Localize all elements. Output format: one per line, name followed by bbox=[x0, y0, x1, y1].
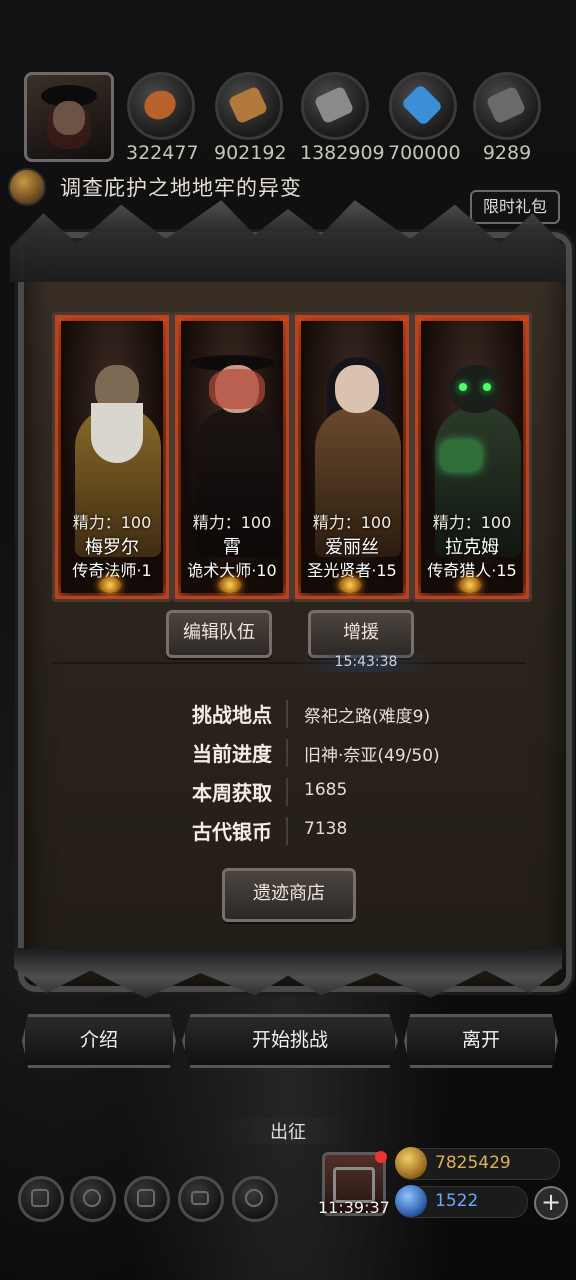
info-label: 古代银币 bbox=[192, 820, 272, 844]
info-value: 旧神·奈亚(49/50) bbox=[304, 746, 440, 766]
info-divider bbox=[286, 778, 288, 806]
hero-card[interactable]: 精力：100 霄 诡术大师·10 bbox=[172, 312, 292, 602]
panel-divider bbox=[52, 662, 526, 664]
hero-menu-icon[interactable] bbox=[70, 1176, 116, 1222]
blue-gem-icon bbox=[395, 1185, 427, 1217]
intro-button[interactable]: 介绍 bbox=[22, 1014, 176, 1068]
info-label: 挑战地点 bbox=[192, 703, 272, 727]
hero-name: 梅罗尔 bbox=[85, 537, 139, 558]
gold-counter: 7825429 bbox=[395, 1147, 560, 1180]
reinforce-button[interactable]: 增援 bbox=[308, 610, 414, 658]
hero-rank-gem-icon bbox=[339, 577, 361, 593]
info-value: 7138 bbox=[304, 819, 348, 839]
info-value: 祭祀之路(难度9) bbox=[304, 707, 431, 727]
info-row-progress: 当前进度 旧神·奈亚(49/50) bbox=[140, 735, 520, 769]
hero-stamina: 精力：100 bbox=[192, 513, 272, 532]
hero-name: 爱丽丝 bbox=[325, 537, 379, 558]
gift-countdown: 11:39:37 bbox=[318, 1198, 390, 1217]
info-divider bbox=[286, 739, 288, 767]
info-value: 1685 bbox=[304, 780, 348, 800]
resource-stone-value: 9289 bbox=[482, 142, 532, 164]
info-label: 当前进度 bbox=[192, 742, 272, 766]
info-label: 本周获取 bbox=[192, 781, 272, 805]
hero-stamina: 精力：100 bbox=[312, 513, 392, 532]
gem-value: 1522 bbox=[435, 1191, 479, 1211]
resource-meat-value: 322477 bbox=[126, 142, 199, 164]
notification-dot bbox=[375, 1151, 387, 1163]
limited-gift-tab[interactable]: 限时礼包 bbox=[470, 190, 560, 224]
relic-shop-button[interactable]: 遗迹商店 bbox=[222, 868, 356, 922]
hero-card[interactable]: 精力：100 梅罗尔 传奇法师·1 bbox=[52, 312, 172, 602]
start-challenge-button[interactable]: 开始挑战 bbox=[182, 1014, 398, 1068]
resource-iron[interactable]: 1382909 bbox=[300, 72, 385, 164]
hero-card[interactable]: 精力：100 爱丽丝 圣光贤者·15 bbox=[292, 312, 412, 602]
hero-name: 拉克姆 bbox=[445, 537, 499, 558]
hero-rank-gem-icon bbox=[459, 577, 481, 593]
expedition-label: 出征 bbox=[222, 1118, 354, 1144]
hero-stamina: 精力：100 bbox=[72, 513, 152, 532]
resource-iron-value: 1382909 bbox=[300, 142, 385, 164]
quest-text: 调查庇护之地地牢的异变 bbox=[60, 176, 302, 200]
compass-icon[interactable] bbox=[232, 1176, 278, 1222]
resource-meat[interactable]: 322477 bbox=[126, 72, 199, 164]
quest-scroll-icon bbox=[8, 168, 46, 206]
leave-button[interactable]: 离开 bbox=[404, 1014, 558, 1068]
iron-icon bbox=[301, 72, 369, 140]
hero-rank-gem-icon bbox=[99, 577, 121, 593]
hero-rank-gem-icon bbox=[219, 577, 241, 593]
resource-stone[interactable]: 9289 bbox=[472, 72, 542, 164]
info-divider bbox=[286, 817, 288, 845]
resource-wood[interactable]: 902192 bbox=[214, 72, 287, 164]
avatar-face bbox=[53, 101, 85, 135]
edit-team-button[interactable]: 编辑队伍 bbox=[166, 610, 272, 658]
info-row-weekly: 本周获取 1685 bbox=[140, 774, 520, 808]
gold-value: 7825429 bbox=[435, 1153, 511, 1173]
hero-card[interactable]: 精力：100 拉克姆 传奇猎人·15 bbox=[412, 312, 532, 602]
resource-crystal-value: 700000 bbox=[388, 142, 461, 164]
hero-stamina: 精力：100 bbox=[432, 513, 512, 532]
wood-icon bbox=[215, 72, 283, 140]
reinforce-timer: 15:43:38 bbox=[296, 654, 436, 672]
gate-menu-icon[interactable] bbox=[124, 1176, 170, 1222]
player-avatar[interactable] bbox=[24, 72, 114, 162]
info-divider bbox=[286, 700, 288, 728]
info-row-coins: 古代银币 7138 bbox=[140, 813, 520, 847]
hero-name: 霄 bbox=[223, 537, 241, 558]
resource-wood-value: 902192 bbox=[214, 142, 287, 164]
meat-icon bbox=[127, 72, 195, 140]
crystal-icon bbox=[389, 72, 457, 140]
stone-icon bbox=[473, 72, 541, 140]
mail-icon[interactable] bbox=[178, 1176, 224, 1222]
gem-counter: 1522 bbox=[395, 1185, 528, 1218]
add-currency-button[interactable]: + bbox=[534, 1186, 568, 1220]
resource-crystal[interactable]: 700000 bbox=[388, 72, 461, 164]
info-row-location: 挑战地点 祭祀之路(难度9) bbox=[140, 696, 520, 730]
settings-icon[interactable] bbox=[18, 1176, 64, 1222]
gold-coin-icon bbox=[395, 1147, 427, 1179]
